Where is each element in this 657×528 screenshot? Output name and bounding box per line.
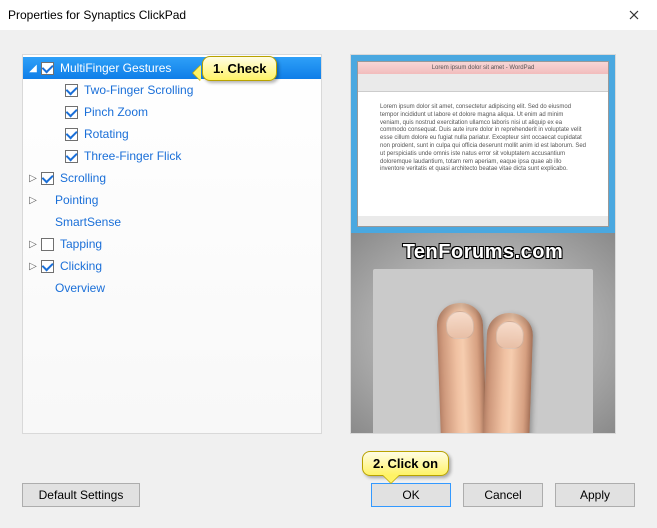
tree-item-rotating[interactable]: Rotating — [23, 123, 321, 145]
close-button[interactable] — [611, 0, 657, 30]
tree-label: Clicking — [60, 259, 102, 273]
tree-label: Rotating — [84, 127, 129, 141]
expand-icon[interactable]: ▷ — [27, 260, 39, 272]
close-icon — [629, 10, 639, 20]
tree-label: SmartSense — [55, 215, 121, 229]
tree-item-tapping[interactable]: ▷ Tapping — [23, 233, 321, 255]
titlebar: Properties for Synaptics ClickPad — [0, 0, 657, 30]
checkbox-multifinger[interactable] — [41, 62, 54, 75]
tree-label: Three-Finger Flick — [84, 149, 181, 163]
checkbox-two-finger[interactable] — [65, 84, 78, 97]
tree-label: Scrolling — [60, 171, 106, 185]
checkbox-three-flick[interactable] — [65, 150, 78, 163]
tree-label: Pointing — [55, 193, 98, 207]
tree-label: Tapping — [60, 237, 102, 251]
expand-icon[interactable]: ▷ — [27, 238, 39, 250]
finger-middle — [482, 312, 533, 433]
finger-index — [436, 302, 488, 433]
dialog-content: ? ◢ MultiFinger Gestures Two-Finger Scro… — [0, 30, 657, 528]
tree-label: Two-Finger Scrolling — [84, 83, 193, 97]
default-settings-button[interactable]: Default Settings — [22, 483, 140, 507]
tree-item-two-finger-scrolling[interactable]: Two-Finger Scrolling — [23, 79, 321, 101]
collapse-icon[interactable]: ◢ — [27, 62, 39, 74]
tree-item-scrolling[interactable]: ▷ Scrolling — [23, 167, 321, 189]
settings-tree: ? ◢ MultiFinger Gestures Two-Finger Scro… — [22, 54, 322, 434]
annotation-step-2: 2. Click on — [362, 451, 449, 476]
preview-statusbar — [358, 216, 608, 226]
expand-icon[interactable]: ▷ — [27, 172, 39, 184]
tree-item-overview[interactable]: Overview — [23, 277, 321, 299]
annotation-step-1: 1. Check — [202, 56, 277, 81]
dialog-buttons: Default Settings OK Cancel Apply — [22, 480, 635, 510]
checkbox-clicking[interactable] — [41, 260, 54, 273]
gesture-preview: Lorem ipsum dolor sit amet - WordPad Lor… — [350, 54, 616, 434]
checkbox-pinch-zoom[interactable] — [65, 106, 78, 119]
preview-doc-body: Lorem ipsum dolor sit amet, consectetur … — [374, 98, 592, 210]
tree-label: Overview — [55, 281, 105, 295]
tree-label: MultiFinger Gestures — [60, 61, 171, 75]
expand-icon[interactable]: ▷ — [27, 194, 39, 206]
preview-trackpad-area: TenForums.com — [351, 233, 615, 433]
checkbox-scrolling[interactable] — [41, 172, 54, 185]
watermark-text: TenForums.com — [351, 241, 615, 264]
checkbox-rotating[interactable] — [65, 128, 78, 141]
cancel-button[interactable]: Cancel — [463, 483, 543, 507]
checkbox-tapping[interactable] — [41, 238, 54, 251]
preview-doc-title: Lorem ipsum dolor sit amet - WordPad — [358, 62, 608, 74]
apply-button[interactable]: Apply — [555, 483, 635, 507]
preview-ribbon — [358, 74, 608, 92]
tree-item-clicking[interactable]: ▷ Clicking — [23, 255, 321, 277]
window-title: Properties for Synaptics ClickPad — [8, 8, 611, 22]
preview-wordpad-window: Lorem ipsum dolor sit amet - WordPad Lor… — [357, 61, 609, 227]
tree-item-smartsense[interactable]: SmartSense — [23, 211, 321, 233]
tree-item-pinch-zoom[interactable]: Pinch Zoom — [23, 101, 321, 123]
preview-desktop: Lorem ipsum dolor sit amet - WordPad Lor… — [351, 55, 615, 233]
tree-item-pointing[interactable]: ▷ Pointing — [23, 189, 321, 211]
tree-item-three-finger-flick[interactable]: Three-Finger Flick — [23, 145, 321, 167]
tree-label: Pinch Zoom — [84, 105, 148, 119]
